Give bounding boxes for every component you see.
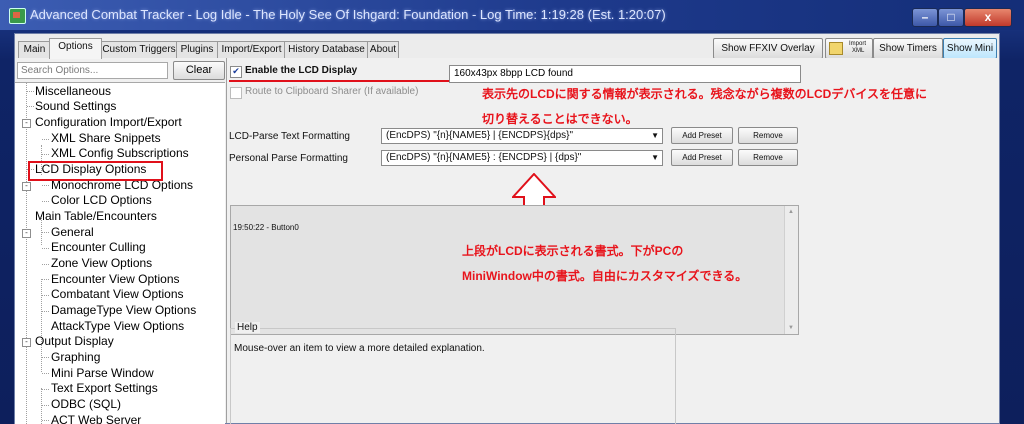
tree-item-text-export-settings[interactable]: Text Export Settings	[51, 381, 158, 396]
import-icon	[829, 42, 843, 55]
options-tree: - - - - Miscellaneous Sound Settings Con…	[15, 82, 225, 424]
collapse-toggle-config[interactable]: -	[22, 119, 31, 128]
preview-scrollbar[interactable]: ▲ ▼	[784, 206, 798, 334]
app-icon	[9, 8, 26, 24]
scroll-down-icon[interactable]: ▼	[788, 325, 794, 331]
route-clipboard-checkbox[interactable]	[230, 87, 242, 99]
add-preset-button-personal[interactable]: Add Preset	[671, 149, 733, 166]
tree-item-encounter-culling[interactable]: Encounter Culling	[51, 240, 146, 255]
lcd-device-status: 160x43px 8bpp LCD found	[454, 68, 573, 79]
scroll-up-icon[interactable]: ▲	[788, 209, 794, 215]
tree-item-mini-parse-window[interactable]: Mini Parse Window	[51, 366, 154, 381]
tree-item-odbc-sql[interactable]: ODBC (SQL)	[51, 397, 121, 412]
tab-plugins[interactable]: Plugins	[176, 41, 218, 58]
personal-format-dropdown[interactable]: (EncDPS) "{n}{NAME5} : {ENCDPS} | {dps}"…	[381, 150, 663, 166]
title-bar[interactable]: Advanced Combat Tracker - Log Idle - The…	[0, 0, 1024, 30]
tree-item-zone-view-options[interactable]: Zone View Options	[51, 256, 152, 271]
add-preset-button-lcd[interactable]: Add Preset	[671, 127, 733, 144]
tree-item-general[interactable]: General	[51, 225, 94, 240]
options-panel: ✔ Enable the LCD Display 160x43px 8bpp L…	[227, 58, 999, 424]
dropdown-arrow-icon: ▼	[651, 131, 659, 140]
tree-item-main-table-encounters[interactable]: Main Table/Encounters	[35, 209, 157, 224]
collapse-toggle-output[interactable]: -	[22, 338, 31, 347]
maximize-button[interactable]: □	[938, 8, 964, 27]
options-navigation: Search Options... Clear - - - - Miscella…	[15, 58, 227, 424]
tree-item-damagetype-view-options[interactable]: DamageType View Options	[51, 303, 196, 318]
lcd-device-status-field: 160x43px 8bpp LCD found	[449, 65, 801, 83]
show-timers-button[interactable]: Show Timers	[873, 38, 943, 59]
lcd-format-label: LCD-Parse Text Formatting	[229, 131, 350, 142]
remove-button-lcd[interactable]: Remove	[738, 127, 798, 144]
search-options-input[interactable]: Search Options...	[17, 62, 168, 79]
route-clipboard-label: Route to Clipboard Sharer (If available)	[245, 86, 419, 97]
tab-main[interactable]: Main	[18, 41, 51, 58]
lcd-preview-text: 19:50:22 - Button0	[233, 223, 299, 232]
show-ffxiv-overlay-button[interactable]: Show FFXIV Overlay	[713, 38, 823, 59]
close-button[interactable]: x	[964, 8, 1012, 27]
annotation-format-line1: 上段がLCDに表示される書式。下がPCの	[462, 244, 684, 258]
tree-item-output-display[interactable]: Output Display	[35, 334, 114, 349]
client-area: Main Options Custom Triggers Plugins Imp…	[14, 33, 1000, 424]
tree-item-graphing[interactable]: Graphing	[51, 350, 100, 365]
tab-about[interactable]: About	[367, 41, 399, 58]
tree-item-act-web-server[interactable]: ACT Web Server	[51, 413, 141, 424]
tree-item-xml-config-subscriptions[interactable]: XML Config Subscriptions	[51, 146, 189, 161]
personal-format-value: (EncDPS) "{n}{NAME5} : {ENCDPS} | {dps}"	[386, 152, 582, 163]
tree-item-miscellaneous[interactable]: Miscellaneous	[35, 84, 111, 99]
dropdown-arrow-icon: ▼	[651, 153, 659, 162]
tree-item-attacktype-view-options[interactable]: AttackType View Options	[51, 319, 184, 334]
app-window: Advanced Combat Tracker - Log Idle - The…	[0, 0, 1024, 424]
tab-strip: Main Options Custom Triggers Plugins Imp…	[15, 34, 715, 59]
tree-item-sound-settings[interactable]: Sound Settings	[35, 99, 116, 114]
tree-item-configuration-import-export[interactable]: Configuration Import/Export	[35, 115, 182, 130]
personal-format-label: Personal Parse Formatting	[229, 153, 348, 164]
remove-button-personal[interactable]: Remove	[738, 149, 798, 166]
tab-options[interactable]: Options	[49, 38, 102, 59]
annotation-device-line2: 切り替えることはできない。	[482, 112, 638, 126]
help-group: Help Mouse-over an item to view a more d…	[230, 322, 676, 424]
tree-item-combatant-view-options[interactable]: Combatant View Options	[51, 287, 184, 302]
tab-custom-triggers[interactable]: Custom Triggers	[100, 41, 178, 58]
tab-import-export[interactable]: Import/Export	[217, 41, 286, 58]
selected-item-highlight	[28, 161, 163, 181]
show-mini-button[interactable]: Show Mini	[943, 38, 997, 59]
tree-item-color-lcd-options[interactable]: Color LCD Options	[51, 193, 152, 208]
collapse-toggle-lcd[interactable]: -	[22, 182, 31, 191]
help-title: Help	[235, 322, 260, 333]
tree-item-encounter-view-options[interactable]: Encounter View Options	[51, 272, 180, 287]
enable-lcd-checkbox[interactable]: ✔	[230, 66, 242, 78]
window-title: Advanced Combat Tracker - Log Idle - The…	[30, 7, 666, 22]
tab-history-database[interactable]: History Database	[284, 41, 369, 58]
enable-lcd-label: Enable the LCD Display	[245, 65, 358, 76]
clear-search-button[interactable]: Clear	[173, 61, 225, 80]
help-body: Mouse-over an item to view a more detail…	[234, 343, 485, 354]
lcd-format-dropdown[interactable]: (EncDPS) "{n}{NAME5} | {ENCDPS}{dps}" ▼	[381, 128, 663, 144]
lcd-format-value: (EncDPS) "{n}{NAME5} | {ENCDPS}{dps}"	[386, 130, 574, 141]
annotation-format-line2: MiniWindow中の書式。自由にカスタマイズできる。	[462, 269, 748, 283]
import-xml-button[interactable]: Import XML	[825, 38, 873, 59]
collapse-toggle-main-table[interactable]: -	[22, 229, 31, 238]
minimize-button[interactable]: –	[912, 8, 938, 27]
annotation-device-line1: 表示先のLCDに関する情報が表示される。残念ながら複数のLCDデバイスを任意に	[482, 87, 927, 101]
tree-item-xml-share-snippets[interactable]: XML Share Snippets	[51, 131, 161, 146]
